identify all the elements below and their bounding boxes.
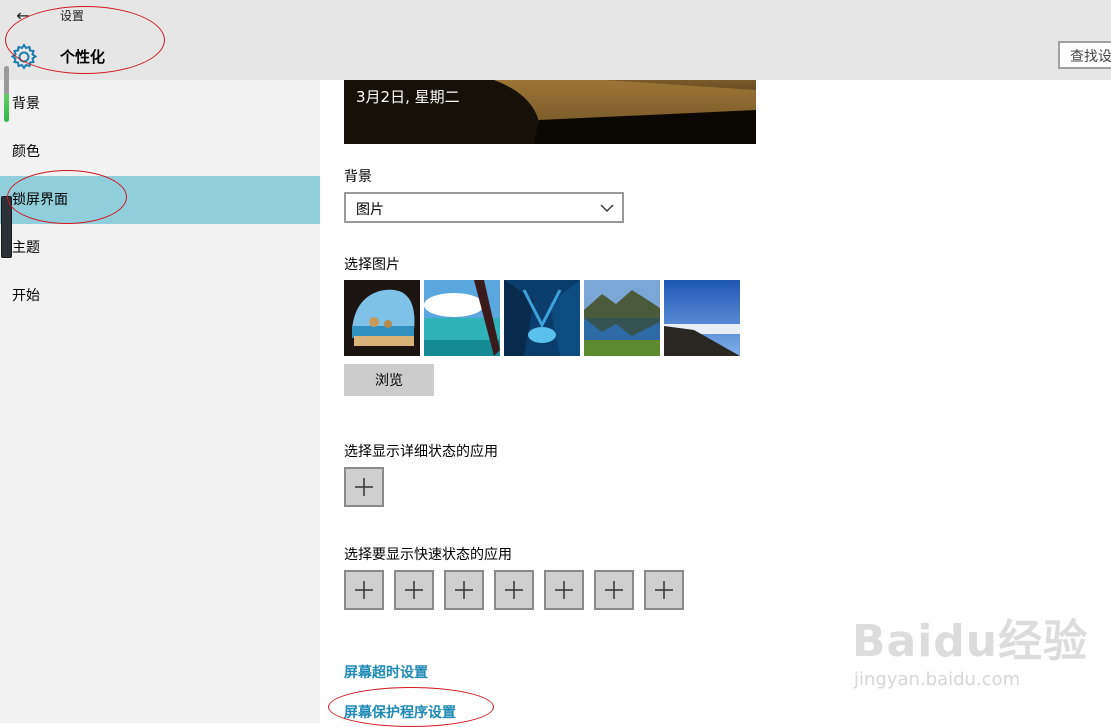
- background-dropdown[interactable]: 图片: [344, 192, 624, 223]
- sidebar-item-lock-screen[interactable]: 锁屏界面: [0, 176, 320, 224]
- preview-date: 3月2日, 星期二: [356, 88, 460, 106]
- plus-icon: [505, 581, 523, 599]
- picture-thumbnail[interactable]: [504, 280, 580, 356]
- picture-thumbnail[interactable]: [664, 280, 740, 356]
- plus-icon: [355, 478, 373, 496]
- chevron-down-icon: [600, 204, 614, 212]
- add-detailed-status-app-button[interactable]: [344, 467, 384, 507]
- add-quick-status-app-button[interactable]: [544, 570, 584, 610]
- plus-icon: [555, 581, 573, 599]
- back-arrow-icon[interactable]: ←: [10, 5, 36, 27]
- app-title: 设置: [60, 9, 85, 23]
- picture-thumbnail[interactable]: [344, 280, 420, 356]
- slider-handle[interactable]: [1, 196, 12, 258]
- plus-icon: [655, 581, 673, 599]
- search-input[interactable]: 查找设: [1058, 41, 1111, 69]
- browse-button[interactable]: 浏览: [344, 364, 434, 396]
- picture-thumbnail[interactable]: [424, 280, 500, 356]
- page-heading: 个性化: [60, 48, 106, 66]
- add-quick-status-app-button[interactable]: [394, 570, 434, 610]
- sidebar-item-colors[interactable]: 颜色: [0, 128, 320, 176]
- plus-icon: [405, 581, 423, 599]
- picture-thumbnail[interactable]: [584, 280, 660, 356]
- screen-timeout-settings-link[interactable]: 屏幕超时设置: [344, 662, 428, 682]
- quick-status-label: 选择要显示快速状态的应用: [344, 547, 512, 563]
- watermark-brand: Baidu经验: [852, 616, 1089, 667]
- background-label: 背景: [344, 169, 372, 185]
- screen-saver-settings-link[interactable]: 屏幕保护程序设置: [344, 702, 456, 722]
- add-quick-status-app-button[interactable]: [444, 570, 484, 610]
- lock-screen-preview: 3月2日, 星期二: [344, 80, 756, 144]
- sidebar: 背景 颜色 锁屏界面 主题 开始: [0, 80, 320, 723]
- scrollbar-thumb[interactable]: [4, 66, 9, 122]
- plus-icon: [605, 581, 623, 599]
- add-quick-status-app-button[interactable]: [644, 570, 684, 610]
- add-quick-status-app-button[interactable]: [594, 570, 634, 610]
- title-bar: ← 设置 个性化 查找设: [0, 0, 1111, 80]
- sidebar-item-background[interactable]: 背景: [0, 80, 320, 128]
- dropdown-value: 图片: [356, 202, 384, 218]
- detailed-status-label: 选择显示详细状态的应用: [344, 444, 498, 460]
- choose-picture-label: 选择图片: [344, 257, 400, 273]
- plus-icon: [455, 581, 473, 599]
- plus-icon: [355, 581, 373, 599]
- sidebar-item-themes[interactable]: 主题: [0, 224, 320, 272]
- gear-icon: [10, 43, 38, 70]
- sidebar-item-start[interactable]: 开始: [0, 272, 320, 320]
- add-quick-status-app-button[interactable]: [344, 570, 384, 610]
- watermark-url: jingyan.baidu.com: [854, 669, 1021, 690]
- watermark: Baidu经验 jingyan.baidu.com: [852, 605, 1087, 700]
- add-quick-status-app-button[interactable]: [494, 570, 534, 610]
